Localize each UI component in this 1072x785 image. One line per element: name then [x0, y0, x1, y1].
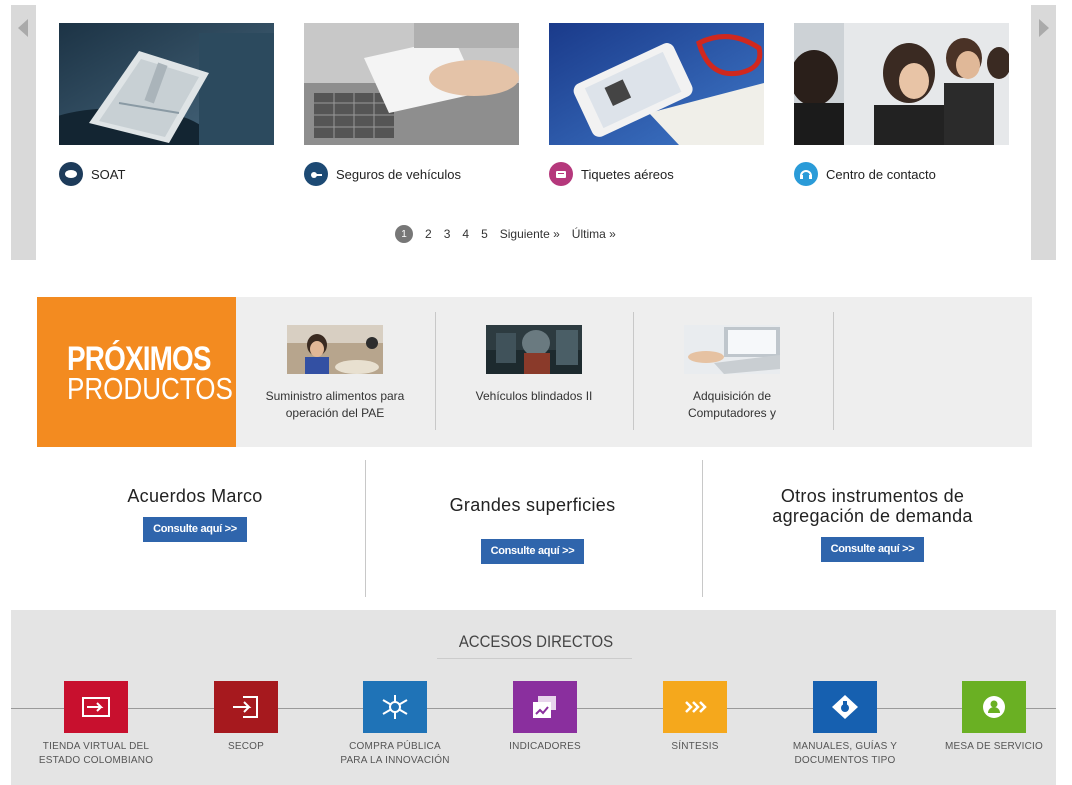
- consulte-grandes-button[interactable]: Consulte aquí >>: [480, 539, 585, 564]
- compra-innovacion-label[interactable]: COMPRA PÚBLICA PARA LA INNOVACIÓN: [310, 740, 480, 768]
- product-line2: Computadores y: [687, 406, 777, 420]
- quick-access-title: ACCESOS DIRECTOS: [458, 632, 614, 651]
- consulte-otros-button[interactable]: Consulte aquí >>: [820, 537, 925, 562]
- section-title-line2: agregación de demanda: [772, 506, 973, 526]
- ticket-icon: [549, 162, 573, 186]
- arrow-right-icon: [1039, 19, 1049, 37]
- chart-window-icon: [533, 696, 556, 718]
- carousel-card-tiquetes[interactable]: Tiquetes aéreos: [549, 23, 764, 186]
- card-label: Seguros de vehículos: [336, 166, 462, 182]
- otros-instrumentos-section: Otros instrumentos de agregación de deman…: [740, 486, 1005, 562]
- sintesis-label[interactable]: SÍNTESIS: [610, 740, 780, 754]
- section-title: Acuerdos Marco: [127, 486, 263, 506]
- headset-icon: [794, 162, 818, 186]
- tienda-virtual-label[interactable]: TIENDA VIRTUAL DEL ESTADO COLOMBIANO: [11, 740, 181, 768]
- carousel-prev-button[interactable]: [11, 5, 36, 260]
- carousel-card-seguros[interactable]: Seguros de vehículos: [304, 23, 519, 186]
- blindados-thumbnail: [486, 325, 582, 374]
- document-icon: [59, 162, 83, 186]
- manuales-label[interactable]: MANUALES, GUÍAS Y DOCUMENTOS TIPO: [760, 740, 930, 768]
- section-title-line1: Otros instrumentos de: [780, 486, 965, 506]
- tienda-virtual-tile[interactable]: [64, 681, 128, 733]
- snowflake-icon: [382, 695, 408, 719]
- car-key-icon: [304, 162, 328, 186]
- page-link[interactable]: 2: [425, 227, 432, 241]
- carousel-card-soat[interactable]: SOAT: [29, 23, 274, 186]
- card-label: Tiquetes aéreos: [581, 166, 674, 182]
- card-label: Centro de contacto: [826, 166, 936, 182]
- page-link[interactable]: 3: [444, 227, 451, 241]
- page-link[interactable]: 4: [462, 227, 469, 241]
- banner-title-line2: PRODUCTOS: [67, 371, 233, 406]
- contacto-photo: [790, 23, 1011, 145]
- cart-icon: [82, 697, 110, 717]
- manuales-tile[interactable]: [813, 681, 877, 733]
- secop-tile[interactable]: [214, 681, 278, 733]
- consulte-acuerdos-button[interactable]: Consulte aquí >>: [143, 517, 247, 542]
- section-title: Grandes superficies: [449, 495, 616, 515]
- acuerdos-marco-section: Acuerdos Marco Consulte aquí >>: [80, 486, 310, 542]
- sintesis-tile[interactable]: [663, 681, 727, 733]
- product-line1: Vehículos blindados II: [475, 389, 593, 403]
- indicadores-tile[interactable]: [513, 681, 577, 733]
- carousel-pager: 1 2 3 4 5 Siguiente » Última »: [395, 225, 628, 243]
- seguros-photo: [304, 23, 519, 145]
- carousel-next-button[interactable]: [1031, 5, 1056, 260]
- pae-thumbnail: [287, 325, 383, 374]
- product-line2: operación del PAE: [285, 406, 385, 420]
- mesa-servicio-label[interactable]: MESA DE SERVICIO: [909, 740, 1072, 754]
- mesa-servicio-tile[interactable]: [962, 681, 1026, 733]
- card-label: SOAT: [91, 166, 126, 182]
- divider: [365, 460, 366, 597]
- login-icon: [233, 696, 258, 718]
- upcoming-product-computadores[interactable]: Adquisición de Computadores y: [633, 325, 831, 422]
- person-icon: [983, 696, 1005, 718]
- arrow-left-icon: [18, 19, 28, 37]
- chevrons-icon: [685, 701, 707, 713]
- carousel-card-contacto[interactable]: Centro de contacto: [790, 23, 1011, 186]
- compra-innovacion-tile[interactable]: [363, 681, 427, 733]
- soat-photo: [29, 23, 274, 168]
- secop-label[interactable]: SECOP: [161, 740, 331, 754]
- divider: [702, 460, 703, 597]
- section-title: Otros instrumentos de agregación de deman…: [740, 486, 1005, 526]
- book-icon: [832, 695, 858, 719]
- last-page-link[interactable]: Última »: [572, 227, 616, 241]
- product-line1: Suministro alimentos para: [265, 389, 405, 403]
- upcoming-products-banner: PRÓXIMOS PRODUCTOS: [37, 297, 236, 447]
- page-link[interactable]: 5: [481, 227, 488, 241]
- tiquetes-photo: [549, 23, 764, 145]
- product-line1: Adquisición de: [692, 389, 772, 403]
- computadores-thumbnail: [684, 325, 780, 374]
- upcoming-product-pae[interactable]: Suministro alimentos para operación del …: [236, 325, 434, 422]
- page-current[interactable]: 1: [395, 225, 413, 243]
- upcoming-product-blindados[interactable]: Vehículos blindados II: [435, 325, 633, 405]
- title-underline: [437, 658, 632, 659]
- indicadores-label[interactable]: INDICADORES: [460, 740, 630, 754]
- next-page-link[interactable]: Siguiente »: [500, 227, 560, 241]
- grandes-superficies-section: Grandes superficies Consulte aquí >>: [415, 495, 650, 564]
- divider: [833, 312, 834, 430]
